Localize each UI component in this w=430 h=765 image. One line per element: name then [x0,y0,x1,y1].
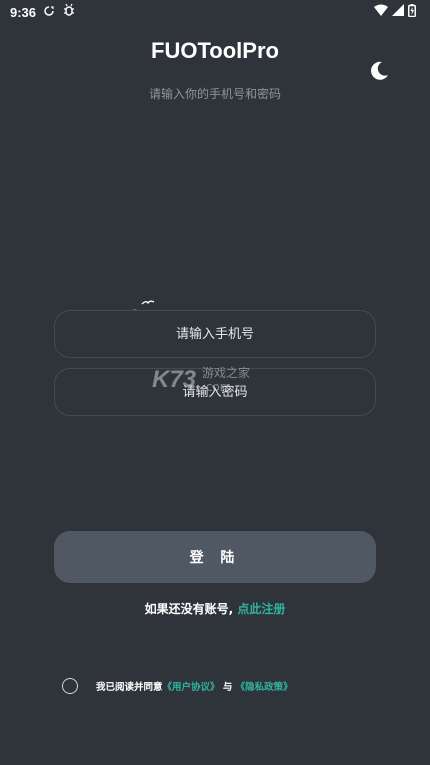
theme-toggle-button[interactable] [366,60,392,86]
privacy-policy-link[interactable]: 《隐私政策》 [236,682,293,693]
status-left: 9:36 [10,3,76,21]
phone-input[interactable] [55,311,375,357]
user-agreement-link[interactable]: 《用户协议》 [163,682,220,693]
subtitle: 请输入你的手机号和密码 [148,87,281,101]
password-field-container [54,368,376,416]
password-input[interactable] [55,369,375,415]
moon-icon [368,60,390,86]
agreement-text: 我已阅读并同意《用户协议》 与 《隐私政策》 [96,679,293,693]
wifi-icon [374,4,388,20]
status-time: 9:36 [10,4,37,20]
signal-icon [392,4,404,20]
status-right [374,3,416,21]
agreement-radio[interactable] [62,678,78,694]
bug-icon [62,3,76,21]
register-link[interactable]: 点此注册 [237,602,285,616]
phone-field-container [54,310,376,358]
sync-icon [44,5,54,20]
status-bar: 9:36 [0,0,430,24]
register-line: 如果还没有账号, 点此注册 [0,600,430,617]
login-button[interactable]: 登 陆 [54,531,376,583]
agreement-prefix: 我已阅读并同意 [96,682,163,693]
agreement-row: 我已阅读并同意《用户协议》 与 《隐私政策》 [62,678,293,694]
agreement-joiner: 与 [219,682,236,693]
register-prompt: 如果还没有账号, [144,602,238,616]
battery-icon [408,3,416,21]
